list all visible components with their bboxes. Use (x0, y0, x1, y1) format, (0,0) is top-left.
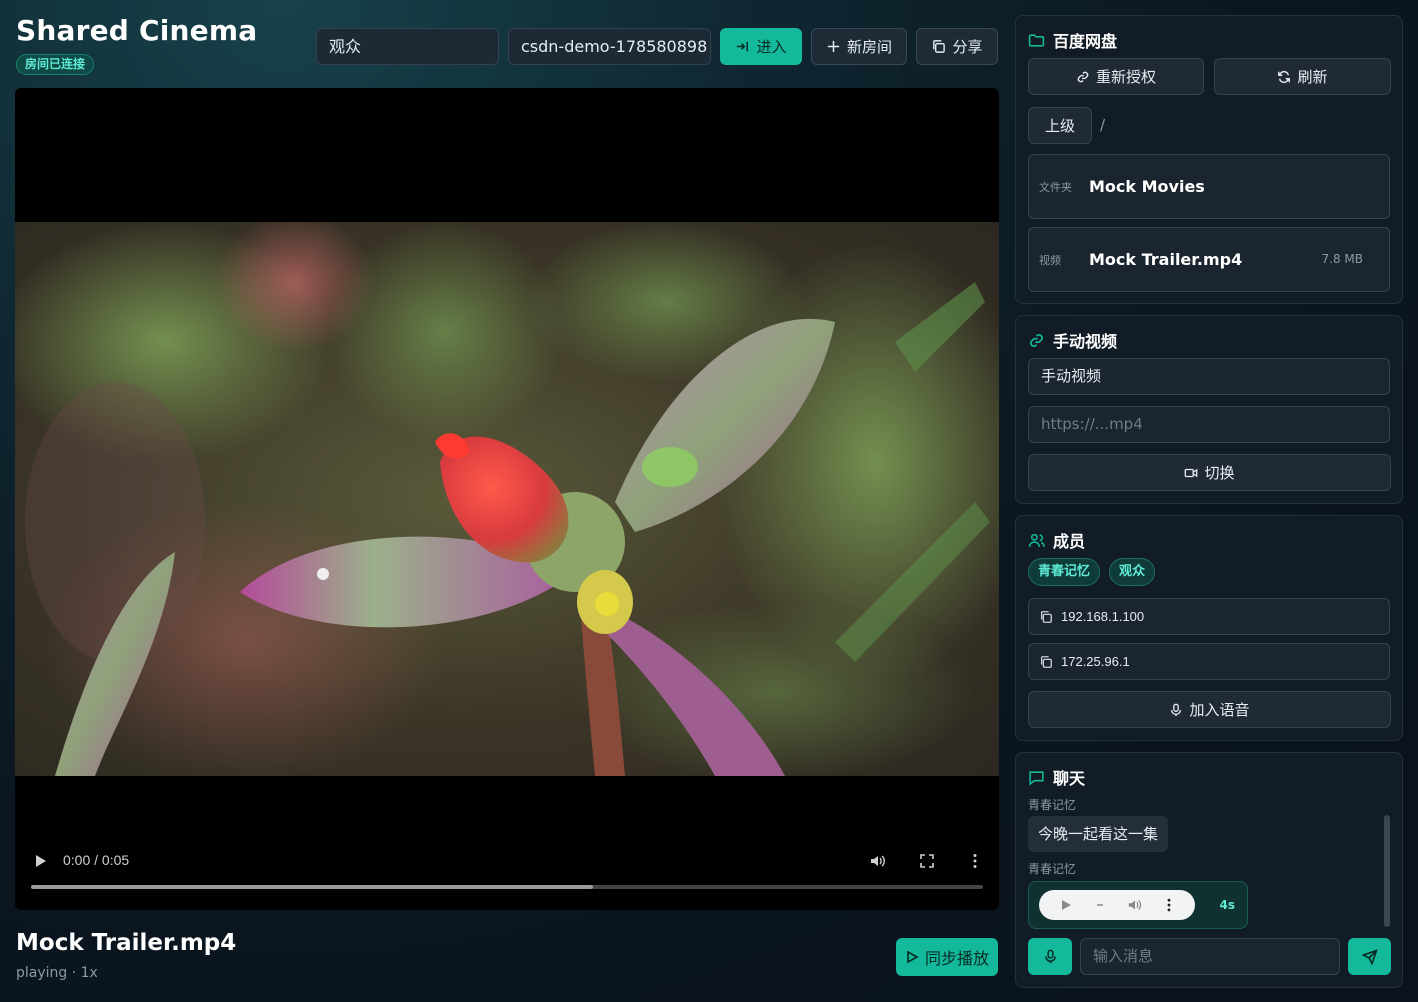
play-icon[interactable] (31, 852, 49, 870)
message-input[interactable]: 输入消息 (1080, 938, 1340, 975)
link-icon (1030, 333, 1043, 347)
file-name: Mock Movies (1089, 177, 1205, 196)
file-size: 7.8 MB (1321, 252, 1363, 266)
parent-folder-button[interactable]: 上级 (1028, 107, 1092, 144)
video-player[interactable]: 0:00 / 0:05 (15, 88, 999, 910)
more-options-icon[interactable] (966, 852, 984, 870)
message-bubble: 今晚一起看这一集 (1028, 816, 1169, 852)
file-kind: 文件夹 (1039, 181, 1072, 194)
voice-message: 4s (1028, 881, 1248, 929)
member-chip: 观众 (1109, 558, 1156, 586)
reauthorize-label: 重新授权 (1095, 68, 1156, 86)
play-icon[interactable] (1059, 898, 1073, 912)
more-options-icon[interactable] (1161, 897, 1177, 913)
play-icon (907, 950, 919, 964)
enter-icon (737, 41, 749, 52)
app-title: Shared Cinema (16, 14, 258, 47)
baidu-panel: 百度网盘 重新授权 刷新 上级 / 文件夹 Mock Movies 视频 Moc… (1015, 15, 1403, 304)
baidu-panel-title: 百度网盘 (1028, 28, 1117, 52)
manual-panel-title: 手动视频 (1028, 328, 1117, 352)
share-label: 分享 (952, 38, 983, 56)
link-icon (1077, 71, 1089, 82)
voice-duration: 4s (1219, 898, 1236, 912)
video-name-input[interactable]: 手动视频 (1028, 358, 1390, 395)
new-room-button[interactable]: 新房间 (811, 28, 907, 65)
copy-icon (1040, 610, 1052, 623)
video-camera-icon (1185, 468, 1198, 477)
volume-icon[interactable] (1127, 897, 1143, 913)
playback-status: playing · 1x (16, 965, 98, 981)
message-author: 青春记忆 (1028, 798, 1077, 812)
room-id-input[interactable]: csdn-demo-178580898 (508, 28, 711, 65)
manual-title-label: 手动视频 (1053, 332, 1118, 351)
fullscreen-icon[interactable] (918, 852, 936, 870)
reauthorize-button[interactable]: 重新授权 (1028, 58, 1204, 95)
refresh-icon (1278, 70, 1291, 83)
current-path: / (1100, 116, 1106, 134)
message-author: 青春记忆 (1028, 862, 1077, 876)
enter-room-label: 进入 (756, 38, 787, 56)
address-row[interactable]: 192.168.1.100 (1028, 598, 1390, 635)
chat-scrollbar[interactable] (1384, 815, 1390, 927)
members-panel: 成员 青春记忆 观众 192.168.1.100 172.25.96.1 加入语… (1015, 515, 1403, 741)
video-title: Mock Trailer.mp4 (16, 930, 237, 956)
new-room-label: 新房间 (846, 38, 892, 56)
join-voice-label: 加入语音 (1189, 701, 1250, 719)
chat-panel: 聊天 青春记忆 今晚一起看这一集 青春记忆 4s 输入消息 (1015, 752, 1403, 988)
members-panel-title: 成员 (1028, 528, 1085, 552)
sync-play-button[interactable]: 同步播放 (896, 938, 998, 976)
parent-folder-label: 上级 (1044, 117, 1075, 135)
member-chip: 青春记忆 (1028, 558, 1101, 586)
address-text: 172.25.96.1 (1061, 654, 1130, 669)
send-button[interactable] (1348, 938, 1391, 975)
address-row[interactable]: 172.25.96.1 (1028, 643, 1390, 680)
plus-icon (827, 40, 840, 53)
baidu-title-label: 百度网盘 (1053, 32, 1118, 51)
record-voice-button[interactable] (1028, 938, 1072, 975)
progress-fill (31, 885, 593, 889)
chat-title-label: 聊天 (1053, 769, 1086, 788)
refresh-button[interactable]: 刷新 (1214, 58, 1391, 95)
chat-bubble-icon (1029, 770, 1044, 785)
switch-video-label: 切换 (1204, 464, 1235, 482)
send-icon (1361, 948, 1378, 965)
file-kind: 视频 (1039, 254, 1061, 267)
copy-icon (1040, 655, 1052, 668)
file-name: Mock Trailer.mp4 (1089, 250, 1243, 269)
address-text: 192.168.1.100 (1061, 609, 1145, 624)
video-url-input[interactable]: https://...mp4 (1028, 406, 1390, 443)
share-button[interactable]: 分享 (916, 28, 998, 65)
manual-video-panel: 手动视频 手动视频 https://...mp4 切换 (1015, 315, 1403, 504)
folder-icon (1028, 33, 1045, 47)
join-voice-button[interactable]: 加入语音 (1028, 691, 1391, 728)
role-input[interactable]: 观众 (316, 28, 499, 65)
file-item[interactable]: 文件夹 Mock Movies (1028, 154, 1390, 219)
switch-video-button[interactable]: 切换 (1028, 454, 1391, 491)
volume-icon[interactable] (869, 852, 887, 870)
users-icon (1028, 533, 1045, 547)
time-display: 0:00 / 0:05 (63, 852, 130, 868)
video-frame (15, 222, 999, 776)
microphone-icon (1044, 949, 1056, 964)
refresh-label: 刷新 (1297, 68, 1328, 86)
minus-icon (1097, 904, 1103, 906)
copy-icon (933, 40, 946, 53)
file-item[interactable]: 视频 Mock Trailer.mp4 7.8 MB (1028, 227, 1390, 292)
sync-play-label: 同步播放 (924, 949, 989, 968)
chat-panel-title: 聊天 (1028, 765, 1085, 789)
progress-bar[interactable] (31, 885, 983, 889)
members-title-label: 成员 (1053, 532, 1086, 551)
microphone-icon (1171, 703, 1182, 716)
status-badge: 房间已连接 (16, 54, 95, 75)
enter-room-button[interactable]: 进入 (720, 28, 802, 65)
audio-player[interactable] (1039, 890, 1195, 920)
